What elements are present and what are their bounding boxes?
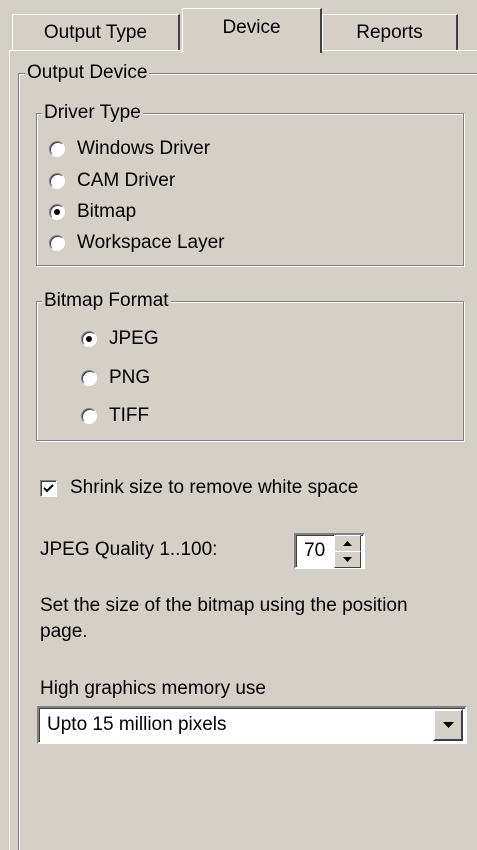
- bitmap-size-info-line2: page.: [40, 621, 88, 642]
- radio-button[interactable]: [49, 141, 65, 157]
- spin-up-button[interactable]: [334, 535, 361, 552]
- radio-label: Windows Driver: [77, 138, 211, 159]
- radio-png[interactable]: PNG: [81, 365, 150, 391]
- bitmap-size-info-line1: Set the size of the bitmap using the pos…: [40, 595, 408, 616]
- radio-button[interactable]: [49, 235, 65, 251]
- radio-button[interactable]: [81, 408, 97, 424]
- radio-label: CAM Driver: [77, 170, 176, 191]
- dropdown-button[interactable]: [433, 709, 463, 741]
- radio-bitmap[interactable]: Bitmap: [49, 199, 136, 225]
- jpeg-quality-label: JPEG Quality 1..100:: [40, 539, 218, 560]
- radio-windows-driver[interactable]: Windows Driver: [49, 136, 210, 162]
- radio-label: PNG: [109, 367, 151, 388]
- spin-down-button[interactable]: [334, 551, 361, 568]
- memory-use-selected: Upto 15 million pixels: [47, 714, 227, 735]
- radio-tiff[interactable]: TIFF: [81, 403, 149, 429]
- checkmark-icon: [43, 483, 54, 492]
- jpeg-quality-value: 70: [304, 540, 326, 561]
- memory-use-select[interactable]: Upto 15 million pixels: [37, 706, 467, 744]
- radio-cam-driver[interactable]: CAM Driver: [49, 168, 175, 194]
- output-device-legend: Output Device: [25, 62, 150, 84]
- tab-reports-label: Reports: [356, 21, 423, 43]
- shrink-label: Shrink size to remove white space: [70, 477, 359, 498]
- radio-workspace-layer[interactable]: Workspace Layer: [49, 230, 225, 256]
- radio-label: Bitmap: [77, 201, 137, 222]
- tab-reports[interactable]: Reports: [322, 14, 458, 50]
- driver-type-legend: Driver Type: [42, 102, 143, 124]
- radio-button[interactable]: [81, 370, 97, 386]
- arrow-up-icon: [343, 541, 352, 546]
- shrink-checkbox-row[interactable]: Shrink size to remove white space: [40, 475, 358, 501]
- bitmap-format-legend: Bitmap Format: [42, 290, 171, 312]
- radio-dot-icon: [86, 336, 92, 342]
- radio-button-selected[interactable]: [49, 204, 65, 220]
- radio-label: Workspace Layer: [77, 232, 225, 253]
- memory-use-label: High graphics memory use: [40, 678, 266, 699]
- arrow-down-icon: [343, 557, 352, 562]
- radio-dot-icon: [54, 209, 60, 215]
- jpeg-quality-input[interactable]: 70: [294, 533, 365, 569]
- tab-output-type-label: Output Type: [43, 21, 148, 43]
- tab-output-type[interactable]: Output Type: [12, 14, 180, 50]
- radio-label: JPEG: [109, 328, 159, 349]
- radio-jpeg[interactable]: JPEG: [81, 326, 159, 352]
- tab-device[interactable]: Device: [182, 8, 322, 53]
- radio-button-selected[interactable]: [81, 331, 97, 347]
- shrink-checkbox[interactable]: [40, 479, 57, 497]
- tab-device-label: Device: [222, 17, 281, 38]
- chevron-down-icon: [442, 722, 454, 728]
- radio-button[interactable]: [49, 173, 65, 189]
- radio-label: TIFF: [109, 405, 150, 426]
